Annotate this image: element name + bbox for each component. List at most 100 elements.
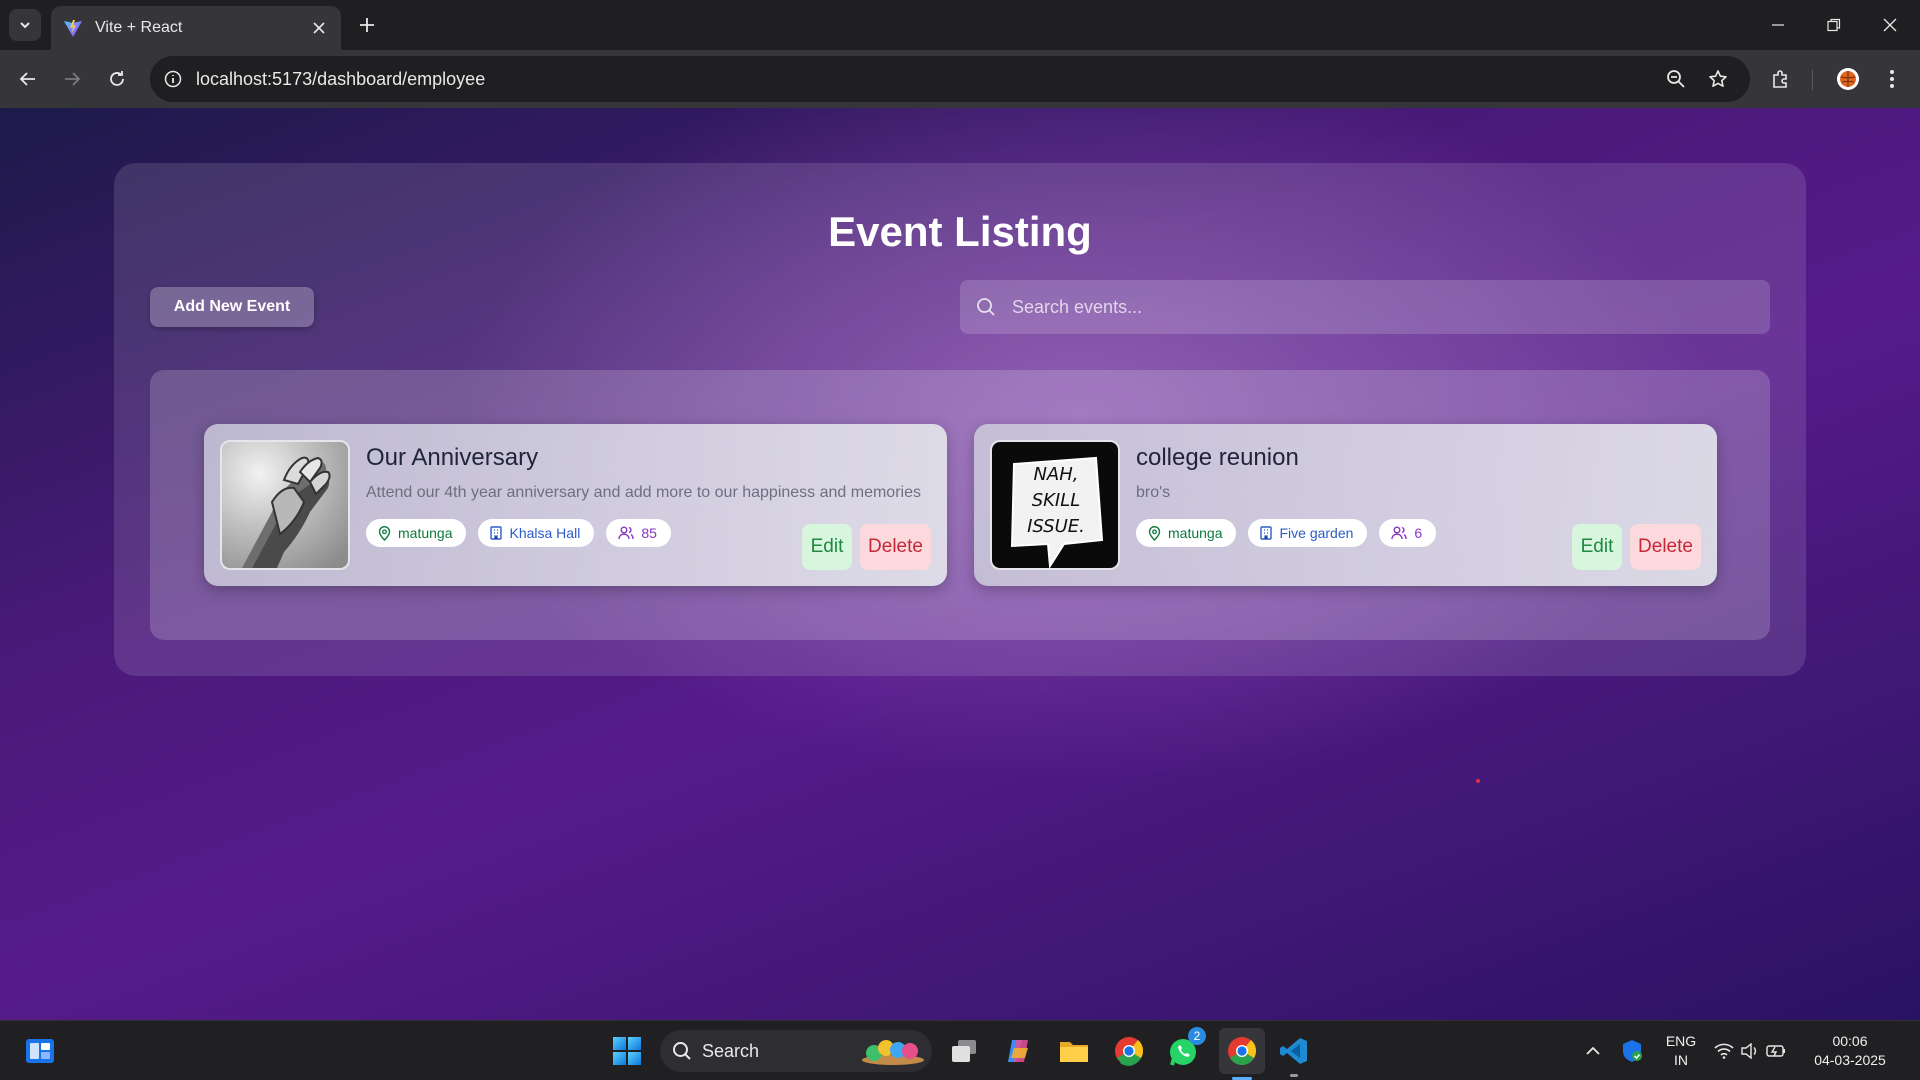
battery-icon — [1766, 1045, 1785, 1057]
speech-bubble-text: NAH, — [1033, 464, 1078, 485]
venue-text: Five garden — [1279, 525, 1354, 541]
edit-button[interactable]: Edit — [802, 524, 852, 570]
search-icon — [960, 280, 1012, 334]
clock[interactable]: 00:06 04-03-2025 — [1800, 1032, 1900, 1070]
whatsapp-icon[interactable]: 2 — [1164, 1027, 1206, 1071]
open-indicator — [1290, 1074, 1298, 1077]
event-tags: matunga Five garden 6 — [1136, 519, 1437, 547]
restore-button[interactable] — [1806, 0, 1862, 50]
new-tab-button[interactable] — [352, 10, 382, 40]
extensions-icon[interactable] — [1765, 63, 1797, 95]
venue-text: Khalsa Hall — [509, 525, 581, 541]
notification-badge: 2 — [1188, 1027, 1206, 1045]
location-chip: matunga — [1136, 519, 1237, 547]
location-text: matunga — [1168, 525, 1223, 541]
building-icon — [490, 526, 503, 540]
tab-search-button[interactable] — [9, 9, 41, 41]
restore-icon — [1827, 18, 1841, 32]
volume-icon — [1741, 1043, 1757, 1059]
region-code: IN — [1674, 1052, 1688, 1068]
event-card: Our Anniversary Attend our 4th year anni… — [204, 424, 947, 586]
search-input[interactable] — [1012, 296, 1732, 318]
event-description: bro's — [1136, 484, 1171, 501]
event-listing-container: Event Listing Add New Event Search event… — [114, 163, 1806, 676]
holi-colors-icon — [862, 1040, 924, 1065]
url-text: localhost:5173/dashboard/employee — [196, 68, 486, 89]
zoom-icon[interactable] — [1660, 63, 1692, 95]
event-description: Attend our 4th year anniversary and add … — [366, 484, 921, 501]
event-title: college reunion — [1136, 444, 1299, 471]
address-bar[interactable]: localhost:5173/dashboard/employee — [150, 56, 1750, 102]
search-icon — [673, 1042, 691, 1060]
profile-avatar[interactable] — [1832, 63, 1864, 95]
event-image: NAH, SKILL ISSUE. — [990, 440, 1120, 570]
copilot-icon[interactable] — [999, 1031, 1039, 1071]
map-pin-icon — [1148, 525, 1161, 541]
wifi-icon — [1714, 1043, 1734, 1059]
forward-button[interactable] — [56, 63, 88, 95]
windows-logo-icon — [613, 1037, 641, 1065]
browser-menu-icon[interactable] — [1876, 63, 1908, 95]
close-window-button[interactable] — [1862, 0, 1918, 50]
svg-text:ISSUE.: ISSUE. — [1027, 516, 1085, 537]
plus-icon — [360, 18, 374, 32]
clock-date: 04-03-2025 — [1814, 1052, 1886, 1068]
location-chip: matunga — [366, 519, 467, 547]
event-list: Our Anniversary Attend our 4th year anni… — [150, 370, 1770, 640]
event-tags: matunga Khalsa Hall 85 — [366, 519, 671, 547]
browser-toolbar: localhost:5173/dashboard/employee — [0, 50, 1920, 108]
vite-logo-icon — [64, 20, 82, 37]
taskbar-search-label: Search — [702, 1040, 760, 1061]
taskbar-search[interactable]: Search — [660, 1030, 932, 1072]
search-bar — [960, 280, 1770, 334]
users-icon — [1391, 526, 1408, 540]
browser-tab-active[interactable]: Vite + React — [51, 6, 341, 50]
windows-taskbar: Search 2 ENG IN 00:06 04-03-2025 — [0, 1020, 1920, 1080]
tab-title: Vite + React — [95, 19, 183, 36]
minimize-icon — [1772, 24, 1784, 26]
venue-chip: Five garden — [1248, 519, 1368, 547]
tab-close-icon[interactable] — [309, 18, 329, 38]
minimize-button[interactable] — [1750, 0, 1806, 50]
reload-button[interactable] — [101, 63, 133, 95]
add-new-event-button[interactable]: Add New Event — [150, 287, 314, 327]
chrome-active-icon[interactable] — [1219, 1028, 1265, 1080]
cursor-dot — [1476, 779, 1480, 783]
map-pin-icon — [378, 525, 391, 541]
security-shield-icon[interactable] — [1612, 1031, 1652, 1071]
chrome-icon[interactable] — [1109, 1031, 1149, 1071]
delete-button[interactable]: Delete — [860, 524, 931, 570]
event-title: Our Anniversary — [366, 444, 539, 471]
svg-text:SKILL: SKILL — [1032, 490, 1081, 511]
close-icon — [1883, 18, 1897, 32]
app-page: Event Listing Add New Event Search event… — [0, 108, 1920, 1020]
arrow-right-icon — [65, 72, 81, 86]
location-text: matunga — [398, 525, 453, 541]
attendees-chip: 85 — [606, 519, 671, 547]
building-icon — [1260, 526, 1273, 540]
vscode-icon[interactable] — [1274, 1031, 1314, 1077]
back-button[interactable] — [12, 63, 44, 95]
bookmark-star-icon[interactable] — [1702, 63, 1734, 95]
task-view-icon[interactable] — [944, 1031, 984, 1071]
language-indicator[interactable]: ENG IN — [1656, 1032, 1706, 1070]
widgets-icon[interactable] — [20, 1031, 60, 1071]
attendees-chip: 6 — [1379, 519, 1437, 547]
edit-button[interactable]: Edit — [1572, 524, 1622, 570]
site-info-icon[interactable] — [150, 56, 196, 102]
arrow-left-icon — [19, 72, 35, 86]
show-hidden-icons-button[interactable] — [1573, 1031, 1613, 1071]
page-title: Event Listing — [828, 208, 1092, 255]
venue-chip: Khalsa Hall — [478, 519, 595, 547]
start-button[interactable] — [607, 1031, 647, 1071]
attendees-count: 85 — [641, 525, 657, 541]
event-card: NAH, SKILL ISSUE. college reunion bro's … — [974, 424, 1717, 586]
file-explorer-icon[interactable] — [1054, 1031, 1094, 1071]
users-icon — [618, 526, 635, 540]
reload-icon — [110, 71, 124, 86]
quick-settings-button[interactable] — [1706, 1031, 1796, 1071]
delete-button[interactable]: Delete — [1630, 524, 1701, 570]
browser-tabstrip: Vite + React — [0, 0, 1920, 50]
event-image — [220, 440, 350, 570]
attendees-count: 6 — [1414, 525, 1423, 541]
